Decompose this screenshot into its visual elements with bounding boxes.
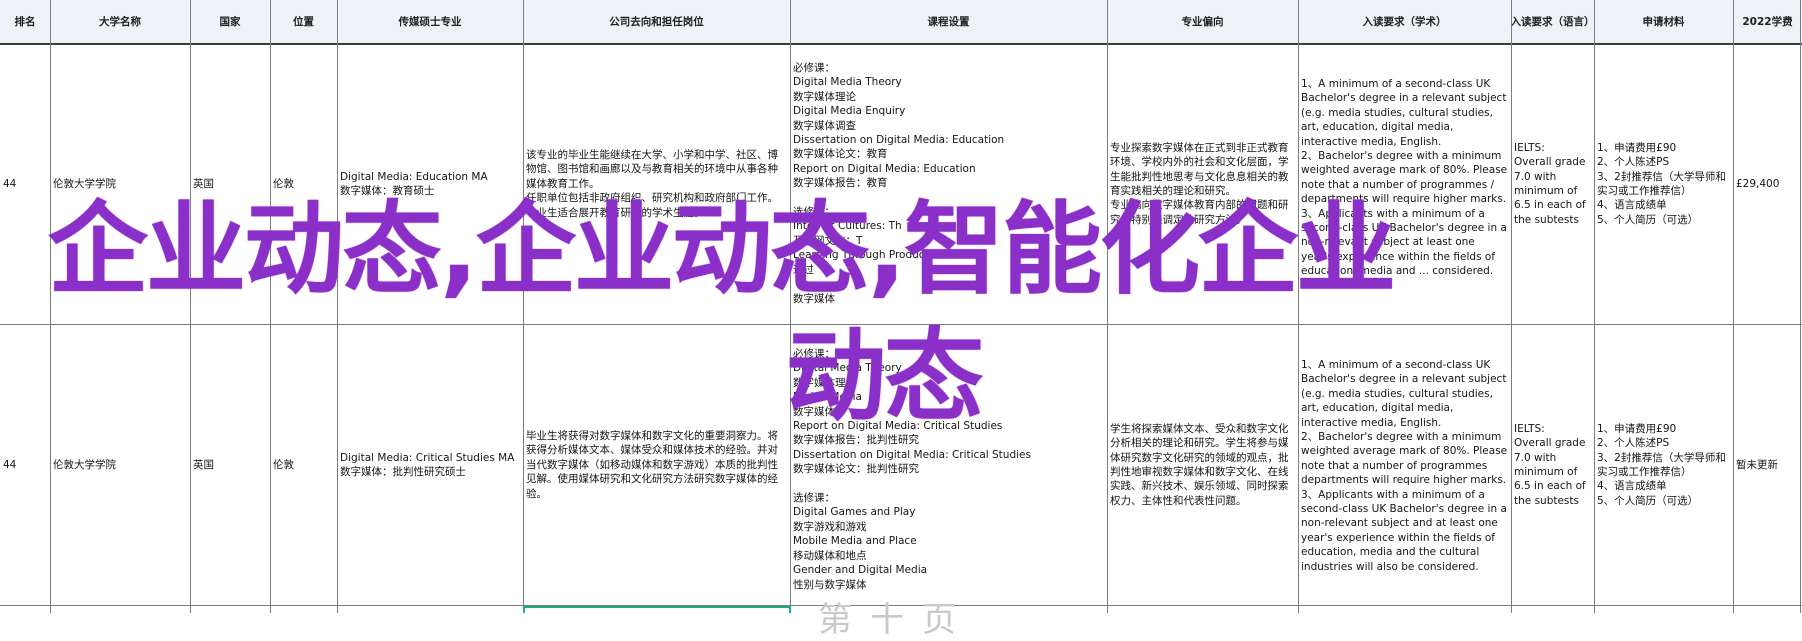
table-cell-tuition[interactable]: £29,400 [1736,44,1800,324]
table-cell-program[interactable]: Digital Media: Education MA 数字媒体：教育硕士 [340,44,521,324]
header-materials[interactable]: 申请材料 [1594,0,1733,43]
table-cell-country[interactable]: 英国 [193,44,268,324]
header-academic[interactable]: 入读要求（学术） [1298,0,1511,43]
table-cell-academic[interactable]: 1、A minimum of a second-class UK Bachelo… [1301,77,1509,323]
header-language[interactable]: 入读要求（语言） [1511,0,1595,43]
selected-cell[interactable] [523,606,791,613]
col-divider [1800,0,1801,613]
table-cell-language[interactable]: IELTS: Overall grade 7.0 with minimum of… [1514,325,1592,605]
header-tuition[interactable]: 2022学费 [1733,0,1802,43]
table-cell-courses[interactable]: 必修课： Digital Media Theory 数字媒体理论 Digital… [793,347,1105,604]
header-location[interactable]: 位置 [270,0,337,43]
col-divider [1733,0,1734,613]
col-divider [1298,0,1299,613]
table-cell-location[interactable]: 伦敦 [273,325,335,605]
table-cell-university[interactable]: 伦敦大学学院 [53,325,188,605]
table-cell-university[interactable]: 伦敦大学学院 [53,44,188,324]
spreadsheet: 排名 大学名称 国家 位置 传媒硕士专业 公司去向和担任岗位 课程设置 专业偏向… [0,0,1802,613]
table-cell-materials[interactable]: 1、申请费用£90 2、个人陈述PS 3、2封推荐信（大学导师和实习或工作推荐信… [1597,325,1731,605]
header-program[interactable]: 传媒硕士专业 [337,0,523,43]
table-cell-rank[interactable]: 44 [3,44,48,324]
table-cell-careers[interactable]: 毕业生将获得对数字媒体和数字文化的重要洞察力。将获得分析媒体文本、媒体受众和媒体… [526,325,788,605]
col-divider [1511,0,1512,613]
col-divider [270,0,271,613]
table-cell-focus[interactable]: 专业探索数字媒体在正式到非正式教育环境、学校内外的社会和文化层面，学生能批判性地… [1110,44,1296,324]
table-cell-academic[interactable]: 1、A minimum of a second-class UK Bachelo… [1301,358,1509,604]
table-cell-focus[interactable]: 学生将探索媒体文本、受众和数字文化分析相关的理论和研究。学生将参与媒体研究数字文… [1110,325,1296,605]
col-divider [523,0,524,613]
col-divider [1107,0,1108,613]
row-divider [0,605,1802,606]
table-cell-careers[interactable]: 该专业的毕业生能继续在大学、小学和中学、社区、博物馆、图书馆和画廊以及与教育相关… [526,44,788,324]
col-divider [190,0,191,613]
table-cell-materials[interactable]: 1、申请费用£90 2、个人陈述PS 3、2封推荐信（大学导师和实习或工作推荐信… [1597,44,1731,324]
table-cell-location[interactable]: 伦敦 [273,44,335,324]
col-divider [337,0,338,613]
header-focus[interactable]: 专业偏向 [1107,0,1298,43]
table-cell-courses[interactable]: 必修课： Digital Media Theory 数字媒体理论 Digital… [793,61,1105,323]
header-country[interactable]: 国家 [190,0,270,43]
col-divider [50,0,51,613]
header-rank[interactable]: 排名 [0,0,50,43]
table-cell-tuition[interactable]: 暂未更新 [1736,325,1800,605]
table-cell-language[interactable]: IELTS: Overall grade 7.0 with minimum of… [1514,44,1592,324]
header-courses[interactable]: 课程设置 [790,0,1107,43]
header-university[interactable]: 大学名称 [50,0,190,43]
table-cell-program[interactable]: Digital Media: Critical Studies MA 数字媒体：… [340,325,521,605]
col-divider [790,0,791,613]
table-cell-rank[interactable]: 44 [3,325,48,605]
header-careers[interactable]: 公司去向和担任岗位 [523,0,790,43]
table-cell-country[interactable]: 英国 [193,325,268,605]
col-divider [1594,0,1595,613]
